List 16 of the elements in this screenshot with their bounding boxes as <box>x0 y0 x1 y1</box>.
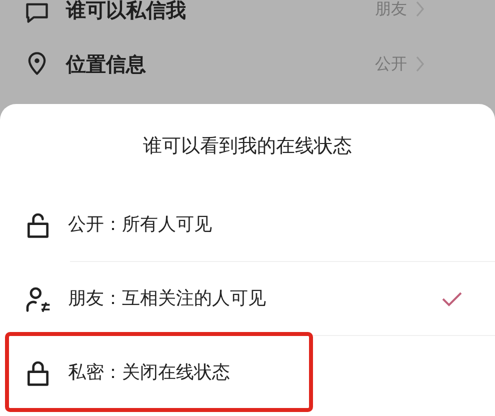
setting-label: 谁可以私信我 <box>66 0 186 20</box>
setting-label: 位置信息 <box>66 54 146 74</box>
setting-value: 公开 <box>375 55 407 73</box>
visibility-option[interactable]: 朋友：互相关注的人可见 <box>0 262 495 335</box>
option-label: 私密：关闭在线状态 <box>68 361 230 385</box>
option-label: 朋友：互相关注的人可见 <box>68 287 266 311</box>
settings-row[interactable]: 谁可以私信我 朋友 <box>0 0 495 24</box>
setting-value: 朋友 <box>375 0 407 18</box>
sheet-title: 谁可以看到我的在线状态 <box>143 134 352 159</box>
visibility-option[interactable]: 私密：关闭在线状态 <box>0 336 495 409</box>
chevron-right-icon <box>415 55 425 73</box>
visibility-option[interactable]: 公开：所有人可见 <box>0 188 495 261</box>
chevron-right-icon <box>415 0 425 18</box>
option-label: 公开：所有人可见 <box>68 213 212 237</box>
person-icon <box>24 284 52 312</box>
settings-row[interactable]: 位置信息 公开 <box>0 24 495 104</box>
